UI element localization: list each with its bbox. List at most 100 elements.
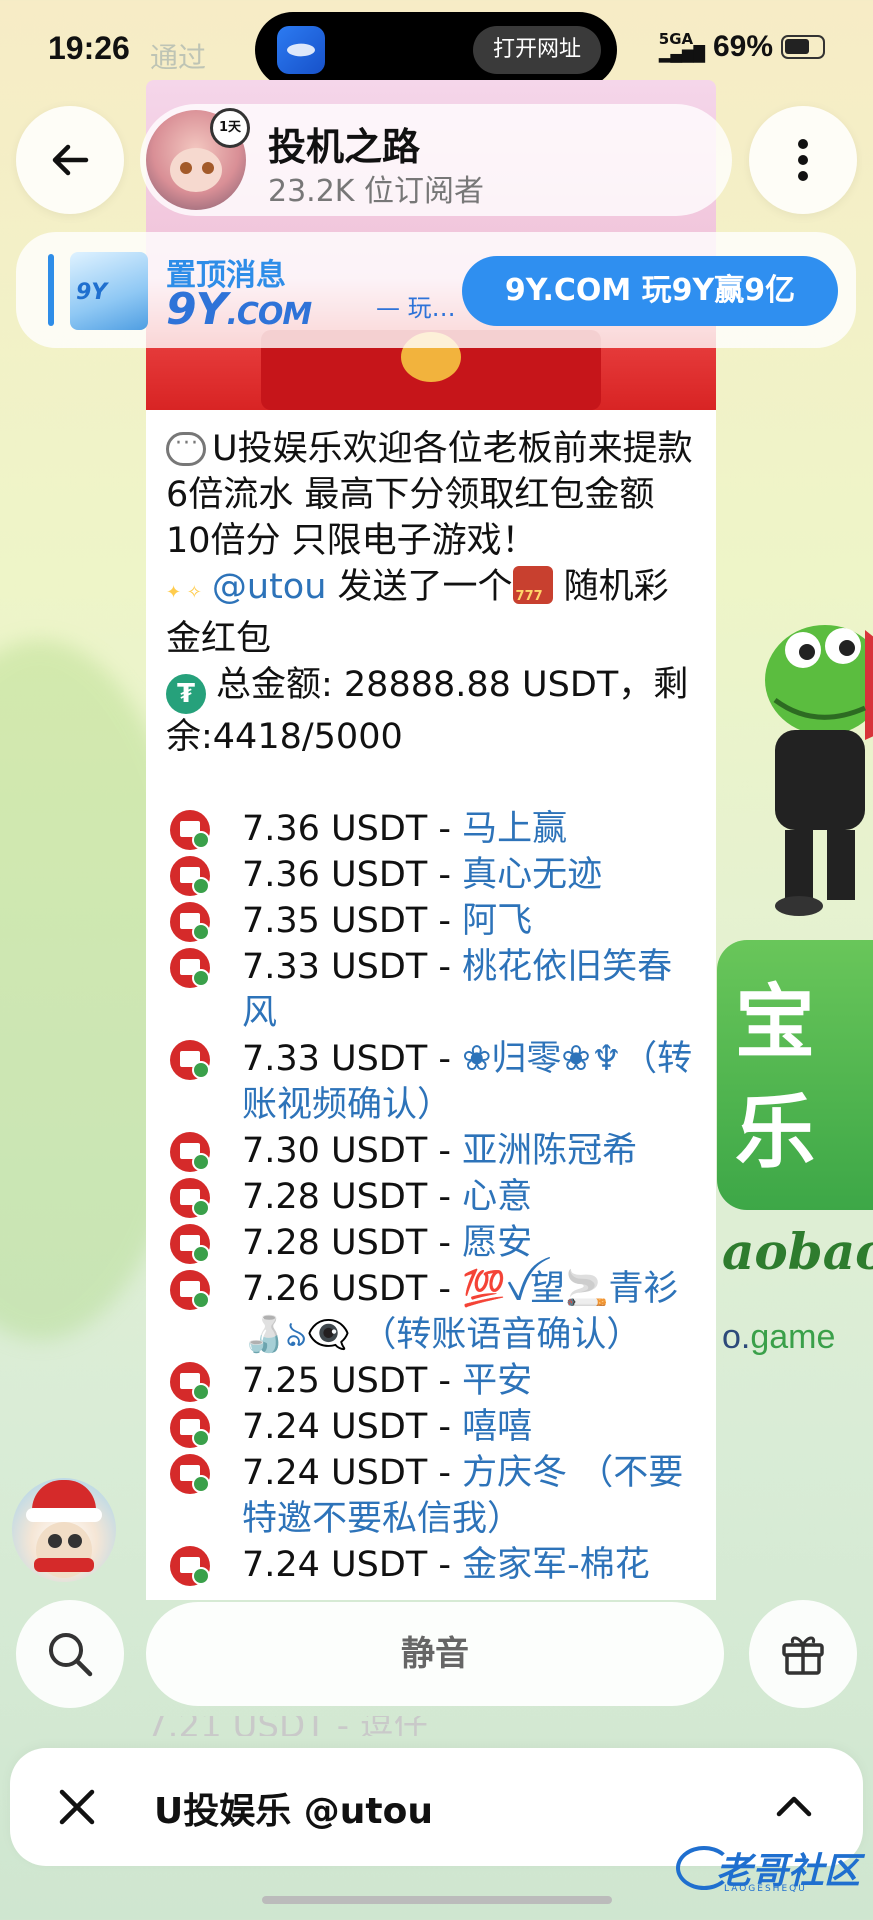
chat-bubble-icon [166,421,206,467]
sender-avatar[interactable] [12,1478,116,1582]
hat-fur [26,1508,102,1522]
payout-amount: 7.36 USDT - [242,809,463,849]
search-button[interactable] [16,1600,124,1708]
avatar-eye [202,162,214,174]
payout-amount: 7.36 USDT - [242,855,463,895]
payout-row: 7.24 USDT - 金家军-棉花 [166,1542,696,1588]
sent-text: 发送了一个 [326,567,513,607]
red-envelope-icon [170,1362,210,1402]
chevron-up-icon[interactable] [771,1784,817,1830]
hidden-message-row: 7.21 USDT - 逗仔 [146,1716,428,1736]
brand-char-2: 乐 [735,1086,815,1179]
payout-amount: 7.30 USDT - [242,1131,463,1171]
pinned-cta-button[interactable]: 9Y.COM 玩9Y赢9亿 [462,256,838,326]
pinned-logo-main: 9Y [166,284,227,335]
payout-amount: 7.26 USDT - [242,1269,463,1309]
red-envelope-icon [170,902,210,942]
pinned-indicator [48,254,54,326]
avatar-face [170,148,222,192]
payout-amount: 7.24 USDT - [242,1545,463,1585]
chat-title: 投机之路 [268,125,421,169]
back-button[interactable] [16,106,124,214]
pinned-preview-text: — 玩… [376,294,456,322]
home-indicator[interactable] [262,1896,612,1904]
payout-row: 7.28 USDT - 心意 [166,1174,696,1220]
gift-button[interactable] [749,1600,857,1708]
message-intro-line: U投娱乐欢迎各位老板前来提款 6倍流水 最高下分领取红包金额10倍分 只限电子游… [166,421,696,564]
payout-row: 7.35 USDT - 阿飞 [166,898,696,944]
payout-amount: 7.28 USDT - [242,1177,463,1217]
red-envelope-icon [170,810,210,850]
payout-recipient[interactable]: 愿安 [462,1223,532,1263]
payout-amount: 7.25 USDT - [242,1361,463,1401]
status-time: 19:26 [48,30,130,66]
payout-row: 7.36 USDT - 马上赢 [166,806,696,852]
pinned-message-bar[interactable]: 9Y 置顶消息 9Y.COM — 玩… 9Y.COM 玩9Y赢9亿 [16,232,856,348]
message-total-line: ₮ 总金额: 28888.88 USDT，剩余:4418/5000 [166,662,696,760]
red-envelope-icon [170,1132,210,1172]
browser-app-icon[interactable] [277,26,325,74]
payout-row: 7.30 USDT - 亚洲陈冠希 [166,1128,696,1174]
payout-recipient[interactable]: 阿飞 [462,901,532,941]
red-envelope-icon [170,948,210,988]
pinned-thumbnail: 9Y [70,252,148,330]
payout-amount: 7.24 USDT - [242,1453,463,1493]
battery-icon [781,35,825,59]
close-icon[interactable] [54,1784,100,1830]
background-taobao-text: aobao [722,1222,873,1281]
avatar-eye [180,162,192,174]
pinned-logo: 9Y.COM [166,284,312,335]
status-ghost-text: 通过 [150,41,207,74]
mute-button[interactable]: 静音 [146,1602,724,1706]
payout-row: 7.25 USDT - 平安 [166,1358,696,1404]
payout-recipient[interactable]: 金家军-棉花 [462,1545,650,1585]
signal-icon: 5GA ▂▄▆█ [658,30,705,63]
payout-row: 7.24 USDT - 方庆冬 （不要特邀不要私信我） [166,1450,696,1542]
payout-recipient[interactable]: 嘻嘻 [462,1407,532,1447]
payout-list: 7.36 USDT - 马上赢 7.36 USDT - 真心无迹 7.35 USDT… [166,806,696,1588]
chat-header[interactable]: 1天 投机之路 23.2K 位订阅者 [140,104,732,216]
red-envelope-icon [170,1224,210,1264]
message-bubble[interactable]: U投娱乐欢迎各位老板前来提款 6倍流水 最高下分领取红包金额10倍分 只限电子游… [146,410,716,1600]
mention-link[interactable]: @utou [212,567,327,607]
auto-delete-timer-badge: 1天 [210,108,250,148]
watermark-subtext: LAOGESHEQU [724,1884,807,1894]
message-sender-line: ✦ ✧@utou 发送了一个 随机彩金红包 [166,564,696,662]
network-label: 5GA [658,30,694,48]
watermark-logo: 老哥社区 LAOGESHEQU [676,1840,866,1900]
message-total: 总金额: 28888.88 USDT，剩余:4418/5000 [166,665,689,757]
red-envelope-icon [170,1408,210,1448]
payout-row: 7.33 USDT - ❀归零❀♆（转账视频确认） [166,1036,696,1128]
payout-recipient[interactable]: 亚洲陈冠希 [462,1131,637,1171]
back-arrow-icon [52,144,89,176]
pinned-logo-com: .COM [226,297,312,332]
payout-recipient[interactable]: 马上赢 [462,809,567,849]
background-brand-badge: 宝 乐 [717,940,873,1210]
message-text: U投娱乐欢迎各位老板前来提款 6倍流水 最高下分领取红包金额10倍分 只限电子游… [146,410,716,1588]
dynamic-island: 打开网址 [255,12,617,88]
game-suffix: game [750,1318,836,1356]
payout-recipient[interactable]: 真心无迹 [462,855,602,895]
payout-recipient[interactable]: 心意 [462,1177,532,1217]
more-options-button[interactable] [749,106,857,214]
gift-icon [782,1636,824,1675]
red-envelope-icon [170,1454,210,1494]
payout-amount: 7.24 USDT - [242,1407,463,1447]
payout-amount: 7.33 USDT - [242,1039,463,1079]
owl-eye [68,1534,82,1548]
more-vertical-icon [798,139,808,181]
payout-row: 7.33 USDT - 桃花依旧笑春风 [166,944,696,1036]
payout-amount: 7.33 USDT - [242,947,463,987]
payout-row: 7.36 USDT - 真心无迹 [166,852,696,898]
payout-amount: 7.35 USDT - [242,901,463,941]
tether-icon: ₮ [166,674,206,714]
open-url-button[interactable]: 打开网址 [472,26,601,74]
game-prefix: o. [722,1318,751,1356]
red-envelope-icon [170,1270,210,1310]
subscriber-count: 23.2K 位订阅者 [268,174,485,209]
search-icon [49,1633,93,1677]
brand-char-1: 宝 [735,976,815,1069]
battery-percent: 69% [712,30,773,63]
payout-row: 7.28 USDT - 愿安 [166,1220,696,1266]
payout-recipient[interactable]: 平安 [462,1361,532,1401]
